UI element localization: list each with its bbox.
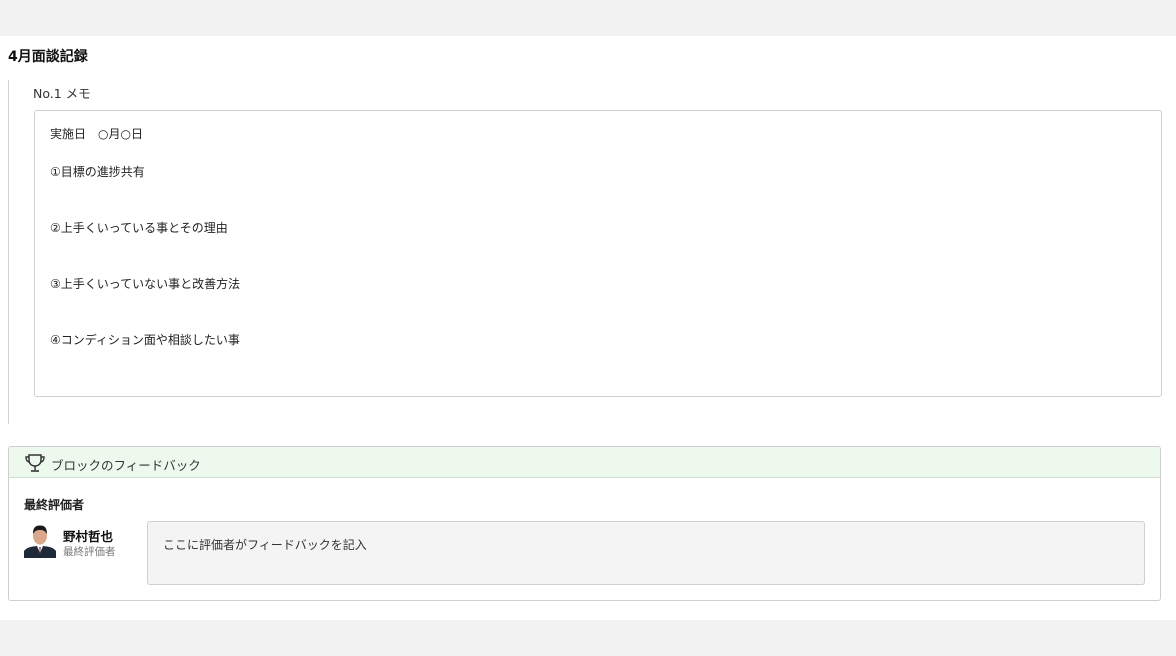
memo-line-3: ③上手くいっていない事と改善方法 — [50, 277, 241, 291]
memo-line-2: ②上手くいっている事とその理由 — [50, 221, 228, 235]
feedback-text: ここに評価者がフィードバックを記入 — [163, 538, 367, 552]
avatar — [24, 522, 56, 558]
feedback-header: ブロックのフィードバック — [9, 447, 1160, 478]
memo-textarea[interactable]: 実施日 ○月○日 ①目標の進捗共有 ②上手くいっている事とその理由 ③上手くいっ… — [34, 110, 1162, 397]
memo-line-1: ①目標の進捗共有 — [50, 165, 145, 179]
memo-block: No.1 メモ 実施日 ○月○日 ①目標の進捗共有 ②上手くいっている事とその理… — [8, 80, 1168, 424]
evaluator-label: 最終評価者 — [24, 498, 85, 512]
evaluator-role: 最終評価者 — [63, 546, 116, 558]
memo-line-4: ④コンディション面や相談したい事 — [50, 333, 240, 347]
memo-line-date: 実施日 ○月○日 — [50, 127, 143, 141]
feedback-panel: ブロックのフィードバック 最終評価者 野村哲也 最終評価者 ここに評価者がフィー… — [8, 446, 1161, 601]
evaluator-name: 野村哲也 — [63, 529, 114, 544]
memo-label: No.1 メモ — [33, 86, 91, 101]
section-title: 4月面談記録 — [8, 49, 88, 65]
feedback-header-title: ブロックのフィードバック — [51, 458, 201, 473]
page-content: 4月面談記録 No.1 メモ 実施日 ○月○日 ①目標の進捗共有 ②上手くいって… — [0, 36, 1176, 620]
trophy-icon — [24, 452, 46, 474]
feedback-textbox[interactable]: ここに評価者がフィードバックを記入 — [147, 521, 1145, 585]
